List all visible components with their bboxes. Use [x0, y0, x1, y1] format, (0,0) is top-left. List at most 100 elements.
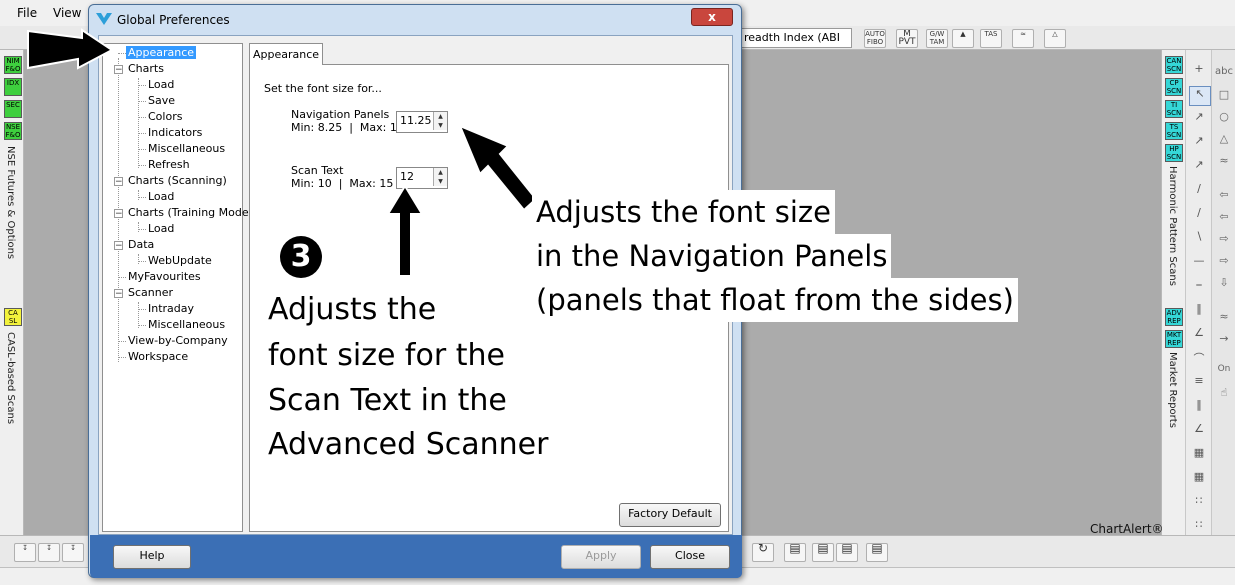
tree-item-charts-training-load[interactable]: Load	[148, 222, 174, 235]
advance-report-button[interactable]: ADV REP	[1165, 308, 1183, 326]
casl-button[interactable]: CA SL	[4, 308, 22, 326]
tree-item-charts-save[interactable]: Save	[148, 94, 175, 107]
pointer-icon[interactable]: ↖	[1189, 86, 1211, 106]
tree-item-charts-miscellaneous[interactable]: Miscellaneous	[148, 142, 225, 155]
tree-item-charts-colors[interactable]: Colors	[148, 110, 182, 123]
collapse-data-icon[interactable]: −	[114, 241, 123, 250]
channel-sl-icon[interactable]: ∕	[1189, 206, 1209, 224]
spin-down-icon[interactable]: ▼	[434, 121, 447, 130]
export-icon[interactable]: ▤	[866, 543, 888, 562]
fib-time-icon[interactable]: ‖	[1189, 398, 1209, 416]
casl-scans-panel-tab[interactable]: CASL-based Scans	[5, 332, 16, 424]
bottom-tool-2-icon[interactable]: ↧	[38, 543, 60, 562]
trading-system-scan-button[interactable]: TS SCN	[1165, 122, 1183, 140]
market-reports-panel-tab[interactable]: Market Reports	[1167, 352, 1178, 428]
trendline-sl2-icon[interactable]: ↗	[1189, 158, 1209, 176]
tab-appearance[interactable]: Appearance	[249, 43, 323, 65]
nifty-fo-button[interactable]: NIM F&O	[4, 56, 22, 74]
fan-icon[interactable]: ∠	[1189, 326, 1209, 344]
hand-icon[interactable]: ☝	[1214, 386, 1234, 404]
arrow-right2-icon[interactable]: ⇨	[1214, 254, 1234, 272]
close-button[interactable]: Close	[650, 545, 730, 569]
tree-item-myfavourites[interactable]: MyFavourites	[128, 270, 201, 283]
auto-fibo-icon[interactable]: AUTO FIBO	[864, 29, 886, 48]
tree-item-charts[interactable]: Charts	[128, 62, 164, 75]
pivot-icon[interactable]: M PVT	[896, 29, 918, 48]
tree-item-scanner-miscellaneous[interactable]: Miscellaneous	[148, 318, 225, 331]
collapse-charts-training-icon[interactable]: −	[114, 209, 123, 218]
collapse-scanner-icon[interactable]: −	[114, 289, 123, 298]
help-button[interactable]: Help	[113, 545, 191, 569]
arrow-down-icon[interactable]: ⇩	[1214, 276, 1234, 294]
tree-item-charts-scanning-load[interactable]: Load	[148, 190, 174, 203]
index-button[interactable]: IDX	[4, 78, 22, 96]
crosshair-icon[interactable]: +	[1189, 62, 1209, 80]
tree-item-scanner-intraday[interactable]: Intraday	[148, 302, 194, 315]
horizontal-line-icon[interactable]: ⎯	[1189, 278, 1209, 296]
trendline-sl-icon[interactable]: ↗	[1189, 134, 1209, 152]
harmonic-pattern-scans-panel-tab[interactable]: Harmonic Pattern Scans	[1167, 166, 1178, 286]
elliott-wave-icon[interactable]: ≈	[1214, 154, 1234, 172]
nse-futures-options-panel-tab[interactable]: NSE Futures & Options	[5, 146, 16, 259]
dots-icon[interactable]: ∷	[1189, 494, 1209, 512]
navigation-panels-stepper[interactable]: 11.25 ▲ ▼	[396, 111, 448, 133]
tree-item-scanner[interactable]: Scanner	[128, 286, 173, 299]
tas-icon[interactable]: TAS	[980, 29, 1002, 48]
rays-icon[interactable]: ∖	[1189, 230, 1209, 248]
snap-on-toggle[interactable]: On	[1214, 364, 1234, 382]
navigation-panels-value[interactable]: 11.25	[400, 114, 432, 127]
marker-icon[interactable]: →	[1214, 332, 1234, 350]
tree-item-data[interactable]: Data	[128, 238, 154, 251]
harmonic-pattern-scan-button[interactable]: HP SCN	[1165, 144, 1183, 162]
triangle-icon[interactable]: △	[1214, 132, 1234, 150]
tree-item-view-by-company[interactable]: View-by-Company	[128, 334, 228, 347]
shape-tools-icon[interactable]: △	[1044, 29, 1066, 48]
tree-item-charts-indicators[interactable]: Indicators	[148, 126, 202, 139]
box-grid-icon[interactable]: ▦	[1189, 470, 1209, 488]
scan-text-value[interactable]: 12	[400, 170, 414, 183]
candle-icon[interactable]: ▲	[952, 29, 974, 48]
menu-file[interactable]: File	[17, 6, 37, 20]
arc-icon[interactable]: ⌒	[1189, 350, 1209, 368]
tree-item-appearance[interactable]: Appearance	[126, 46, 196, 59]
sector-button[interactable]: SEC	[4, 100, 22, 118]
factory-default-button[interactable]: Factory Default	[619, 503, 721, 527]
arrow-right-icon[interactable]: ⇨	[1214, 232, 1234, 250]
apply-button[interactable]: Apply	[561, 545, 641, 569]
technical-indicator-scan-button[interactable]: TI SCN	[1165, 100, 1183, 118]
spin-down-icon[interactable]: ▼	[434, 177, 447, 186]
text-tool-icon[interactable]: abc	[1214, 66, 1234, 84]
tree-item-webupdate[interactable]: WebUpdate	[148, 254, 212, 267]
measure-icon[interactable]: ≈	[1214, 310, 1234, 328]
pattern-icon[interactable]: ≈	[1012, 29, 1034, 48]
grid-icon[interactable]: ▦	[1189, 446, 1209, 464]
fibonacci-icon[interactable]: ≡	[1189, 374, 1209, 392]
collapse-charts-icon[interactable]: −	[114, 65, 123, 74]
dots2-icon[interactable]: ∷	[1189, 518, 1209, 536]
tree-item-charts-training-mode[interactable]: Charts (Training Mode)	[128, 206, 253, 219]
market-report-button[interactable]: MKT REP	[1165, 330, 1183, 348]
collapse-charts-scanning-icon[interactable]: −	[114, 177, 123, 186]
trendline-icon[interactable]: ↗	[1189, 110, 1209, 128]
gann-fan-icon[interactable]: ∠	[1189, 422, 1209, 440]
menu-view[interactable]: View	[53, 6, 81, 20]
nse-fo-button[interactable]: NSE F&O	[4, 122, 22, 140]
arrow-left2-icon[interactable]: ⇦	[1214, 210, 1234, 228]
candlestick-scan-button[interactable]: CAN SCN	[1165, 56, 1183, 74]
tree-item-charts-refresh[interactable]: Refresh	[148, 158, 190, 171]
tree-item-workspace[interactable]: Workspace	[128, 350, 188, 363]
close-icon[interactable]: x	[691, 8, 733, 26]
report3-icon[interactable]: ▤	[836, 543, 858, 562]
tree-item-charts-load[interactable]: Load	[148, 78, 174, 91]
breadth-index-select[interactable]: readth Index (ABI	[740, 28, 852, 48]
scan-text-stepper[interactable]: 12 ▲ ▼	[396, 167, 448, 189]
vertical-lines-icon[interactable]: ‖	[1189, 302, 1209, 320]
segment-icon[interactable]: —	[1189, 254, 1209, 272]
rectangle-icon[interactable]: □	[1214, 88, 1234, 106]
ellipse-icon[interactable]: ○	[1214, 110, 1234, 128]
bottom-tool-1-icon[interactable]: ↧	[14, 543, 36, 562]
tree-item-charts-scanning[interactable]: Charts (Scanning)	[128, 174, 227, 187]
channel-icon[interactable]: ∕	[1189, 182, 1209, 200]
report2-icon[interactable]: ▤	[812, 543, 834, 562]
gann-tam-icon[interactable]: G/W TAM	[926, 29, 948, 48]
